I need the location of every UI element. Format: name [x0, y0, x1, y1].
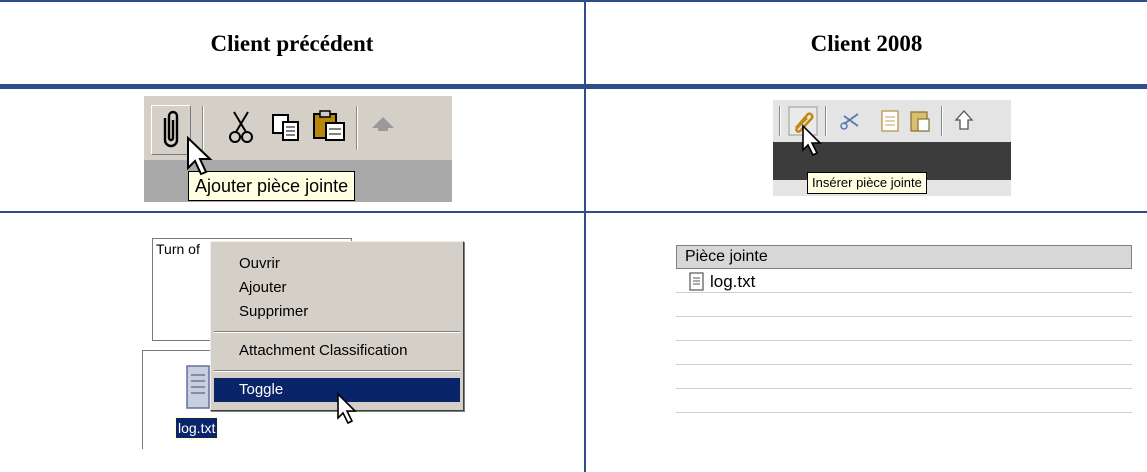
menu-item-open[interactable]: Ouvrir [239, 253, 280, 275]
header-client-2008: Client 2008 [810, 30, 923, 56]
table-row [676, 341, 1132, 365]
attachment-file-name: log.txt [710, 272, 756, 291]
text-file-icon[interactable] [184, 363, 212, 411]
attachment-column-header[interactable]: Pièce jointe [676, 245, 1132, 269]
file-name-label[interactable]: log.txt [174, 417, 219, 439]
scissors-icon[interactable] [840, 110, 862, 132]
table-row [676, 293, 1132, 317]
new-toolbar-screenshot: Insérer pièce jointe [773, 100, 1011, 196]
paste-icon[interactable] [909, 109, 931, 133]
menu-item-classification[interactable]: Attachment Classification [239, 340, 407, 362]
comparison-table: Client précédent Client 2008 Ajouter piè… [0, 0, 1147, 472]
menu-item-toggle[interactable]: Toggle [239, 379, 283, 401]
menu-separator [214, 370, 460, 372]
paperclip-icon [163, 110, 179, 148]
up-arrow-icon[interactable] [370, 114, 396, 136]
mouse-cursor-icon [802, 124, 822, 157]
row-rule [0, 211, 1147, 213]
paste-icon[interactable] [312, 110, 346, 142]
toolbar-separator [941, 106, 943, 136]
context-menu: Ouvrir Ajouter Supprimer Attachment Clas… [210, 241, 464, 411]
mouse-cursor-icon [337, 392, 357, 425]
header-previous-client: Client précédent [210, 30, 374, 56]
table-row [676, 317, 1132, 341]
up-arrow-icon[interactable] [953, 108, 975, 132]
copy-icon[interactable] [271, 112, 301, 142]
menu-item-delete[interactable]: Supprimer [239, 301, 308, 323]
attachment-item[interactable]: log.txt [688, 272, 755, 292]
toolbar-separator [779, 106, 781, 136]
copy-icon[interactable] [879, 109, 901, 133]
tooltip-insert-attachment: Insérer pièce jointe [807, 172, 927, 194]
attachment-list: Pièce jointe log.txt [676, 245, 1132, 420]
menu-item-add[interactable]: Ajouter [239, 277, 287, 299]
mouse-cursor-icon [187, 136, 213, 176]
attach-button[interactable] [151, 105, 191, 155]
notes-text: Turn of [156, 241, 200, 257]
classic-toolbar-screenshot: Ajouter pièce jointe [144, 96, 452, 202]
table-row [676, 365, 1132, 389]
table-row [676, 389, 1132, 413]
menu-separator [214, 331, 460, 333]
text-file-icon [689, 272, 704, 291]
classic-attachment-panel: Turn of log.txt Ouvrir Ajouter Supprimer… [140, 235, 470, 450]
scissors-icon[interactable] [228, 110, 254, 144]
toolbar-separator [825, 106, 827, 136]
toolbar-separator [356, 106, 358, 150]
